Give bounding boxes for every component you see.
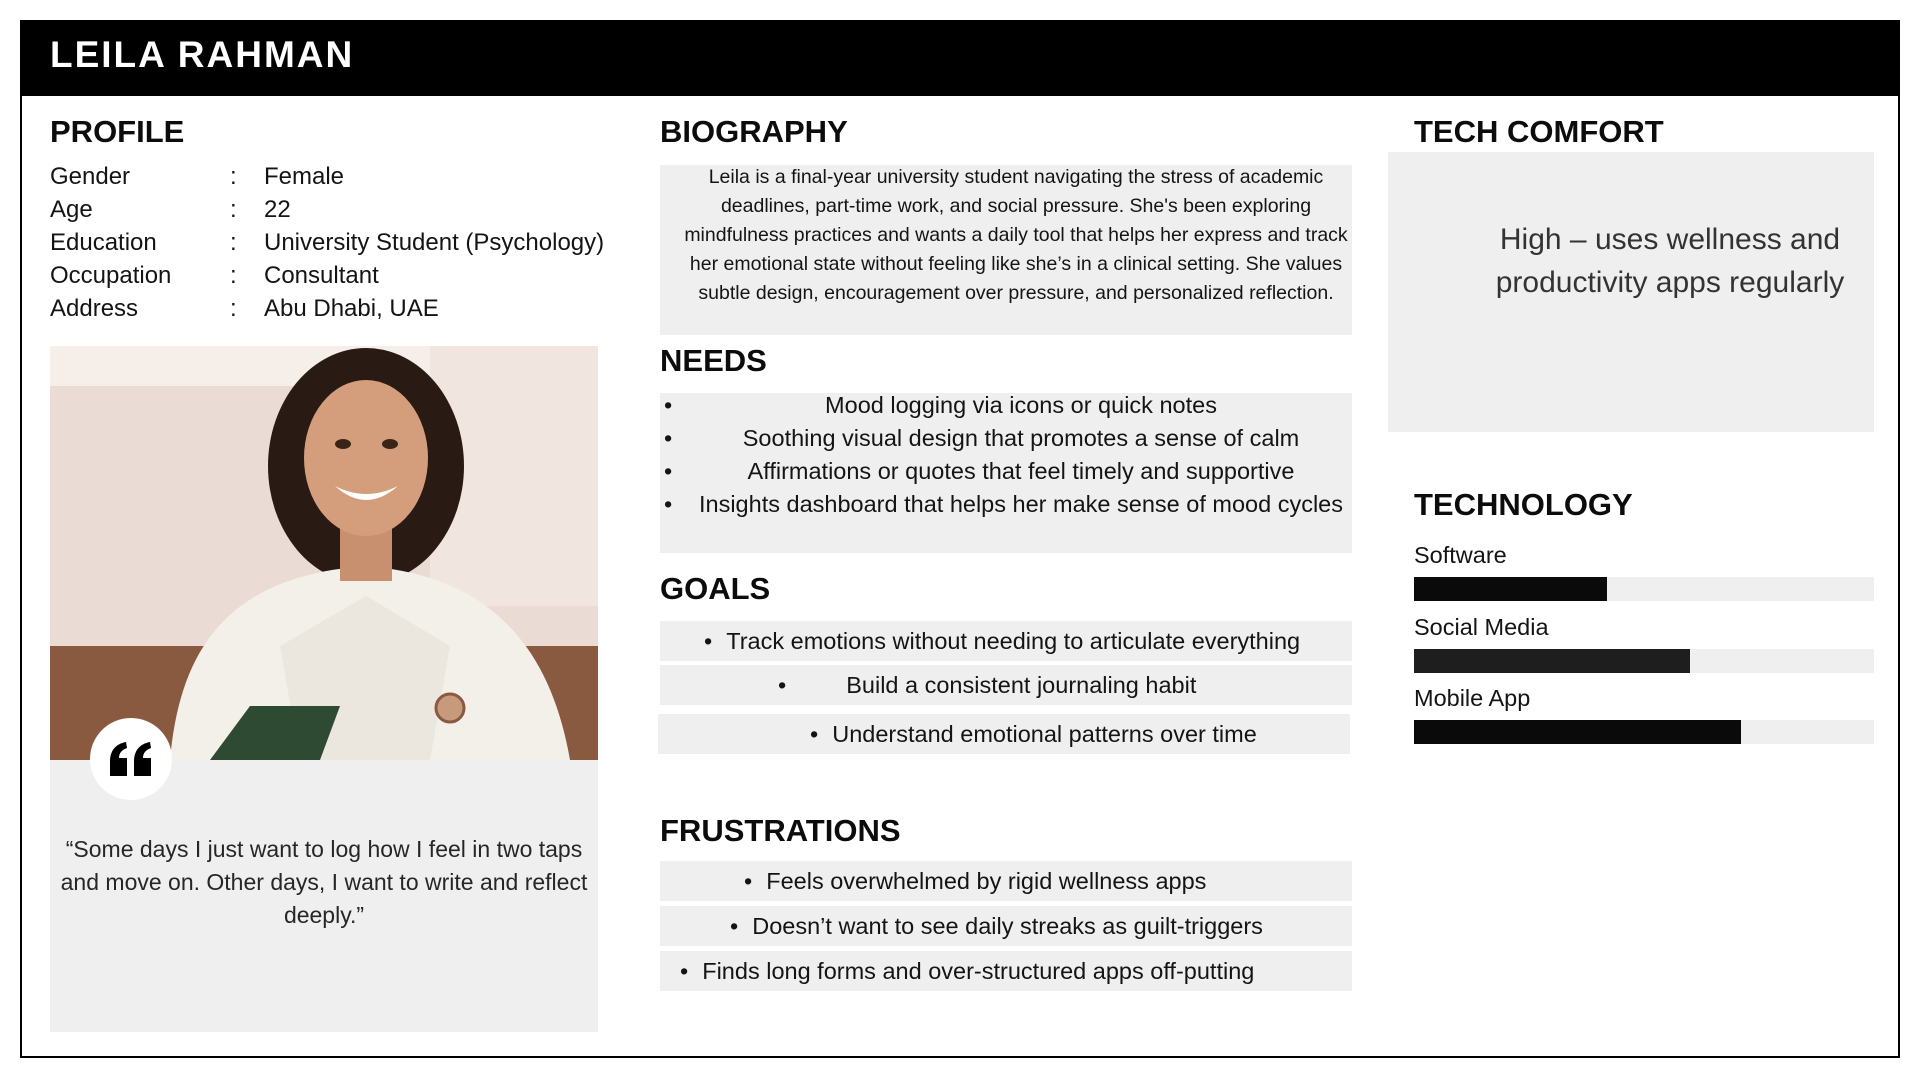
- frustration-item: • Doesn’t want to see daily streaks as g…: [660, 906, 1352, 946]
- goal-item: • Build a consistent journaling habit: [660, 665, 1352, 705]
- tech-bar-software: [1414, 577, 1874, 601]
- need-item: Mood logging via icons or quick notes: [662, 389, 1352, 422]
- profile-separator: :: [230, 163, 237, 190]
- biography-text: Leila is a final-year university student…: [684, 166, 1348, 304]
- goal-text: Build a consistent journaling habit: [846, 671, 1197, 698]
- need-item: Insights dashboard that helps her make s…: [662, 488, 1352, 521]
- tech-comfort-title: TECH COMFORT: [1414, 114, 1664, 149]
- goal-item: • Track emotions without needing to arti…: [660, 621, 1352, 661]
- persona-photo: [50, 346, 598, 760]
- profile-separator: :: [230, 229, 237, 256]
- tech-bar-social-media: [1414, 649, 1874, 673]
- tech-label-software: Software: [1414, 542, 1507, 568]
- needs-list: Mood logging via icons or quick notes So…: [662, 389, 1352, 521]
- persona-photo-illustration: [50, 346, 598, 760]
- quote-icon: [110, 742, 151, 776]
- tech-bar-fill: [1414, 577, 1608, 601]
- bullet-icon: •: [730, 912, 739, 939]
- profile-row-address: Address : Abu Dhabi, UAE: [50, 292, 604, 325]
- profile-label: Age: [50, 196, 93, 223]
- profile-value: University Student (Psychology): [264, 229, 605, 256]
- bullet-icon: •: [704, 627, 713, 654]
- profile-value: Consultant: [264, 262, 379, 289]
- bullet-icon: •: [810, 720, 819, 747]
- profile-separator: :: [230, 295, 237, 322]
- profile-table: Gender : Female Age : 22 Education : Uni…: [50, 160, 604, 325]
- profile-label: Occupation: [50, 262, 172, 289]
- tech-bar-mobile-app: [1414, 720, 1874, 744]
- profile-title: PROFILE: [50, 114, 185, 149]
- profile-row-gender: Gender : Female: [50, 160, 604, 193]
- needs-title: NEEDS: [660, 343, 767, 378]
- goal-text: Understand emotional patterns over time: [832, 720, 1257, 747]
- profile-separator: :: [230, 262, 237, 289]
- profile-row-age: Age : 22: [50, 193, 604, 226]
- need-item: Affirmations or quotes that feel timely …: [662, 455, 1352, 488]
- bullet-icon: •: [680, 957, 689, 984]
- technology-title: TECHNOLOGY: [1414, 487, 1633, 522]
- profile-label: Address: [50, 295, 139, 322]
- quote-badge: [90, 718, 172, 800]
- profile-value: Female: [264, 163, 345, 190]
- profile-separator: :: [230, 196, 237, 223]
- profile-value: Abu Dhabi, UAE: [264, 295, 439, 322]
- profile-row-education: Education : University Student (Psycholo…: [50, 226, 604, 259]
- goals-title: GOALS: [660, 571, 771, 606]
- persona-header: LEILA RAHMAN: [20, 20, 1900, 96]
- persona-name: LEILA RAHMAN: [50, 34, 355, 75]
- profile-label: Education: [50, 229, 157, 256]
- profile-row-occupation: Occupation : Consultant: [50, 259, 604, 292]
- frustrations-title: FRUSTRATIONS: [660, 813, 901, 848]
- persona-quote: “Some days I just want to log how I feel…: [60, 836, 588, 928]
- goal-item: • Understand emotional patterns over tim…: [658, 714, 1350, 754]
- profile-value: 22: [264, 196, 291, 223]
- profile-label: Gender: [50, 163, 131, 190]
- bullet-icon: •: [778, 671, 787, 698]
- tech-label-mobile-app: Mobile App: [1414, 685, 1531, 711]
- tech-label-social-media: Social Media: [1414, 614, 1549, 640]
- tech-bar-fill: [1414, 720, 1741, 744]
- bullet-icon: •: [744, 867, 753, 894]
- frustration-text: Feels overwhelmed by rigid wellness apps: [766, 867, 1207, 894]
- need-item: Soothing visual design that promotes a s…: [662, 422, 1352, 455]
- frustration-item: • Finds long forms and over-structured a…: [660, 951, 1352, 991]
- frustration-text: Finds long forms and over-structured app…: [702, 957, 1255, 984]
- tech-bar-fill: [1414, 649, 1690, 673]
- goal-text: Track emotions without needing to articu…: [726, 627, 1301, 654]
- frustration-text: Doesn’t want to see daily streaks as gui…: [752, 912, 1263, 939]
- frustration-item: • Feels overwhelmed by rigid wellness ap…: [660, 861, 1352, 901]
- tech-comfort-text: High – uses wellness and productivity ap…: [1495, 223, 1845, 299]
- biography-title: BIOGRAPHY: [660, 114, 848, 149]
